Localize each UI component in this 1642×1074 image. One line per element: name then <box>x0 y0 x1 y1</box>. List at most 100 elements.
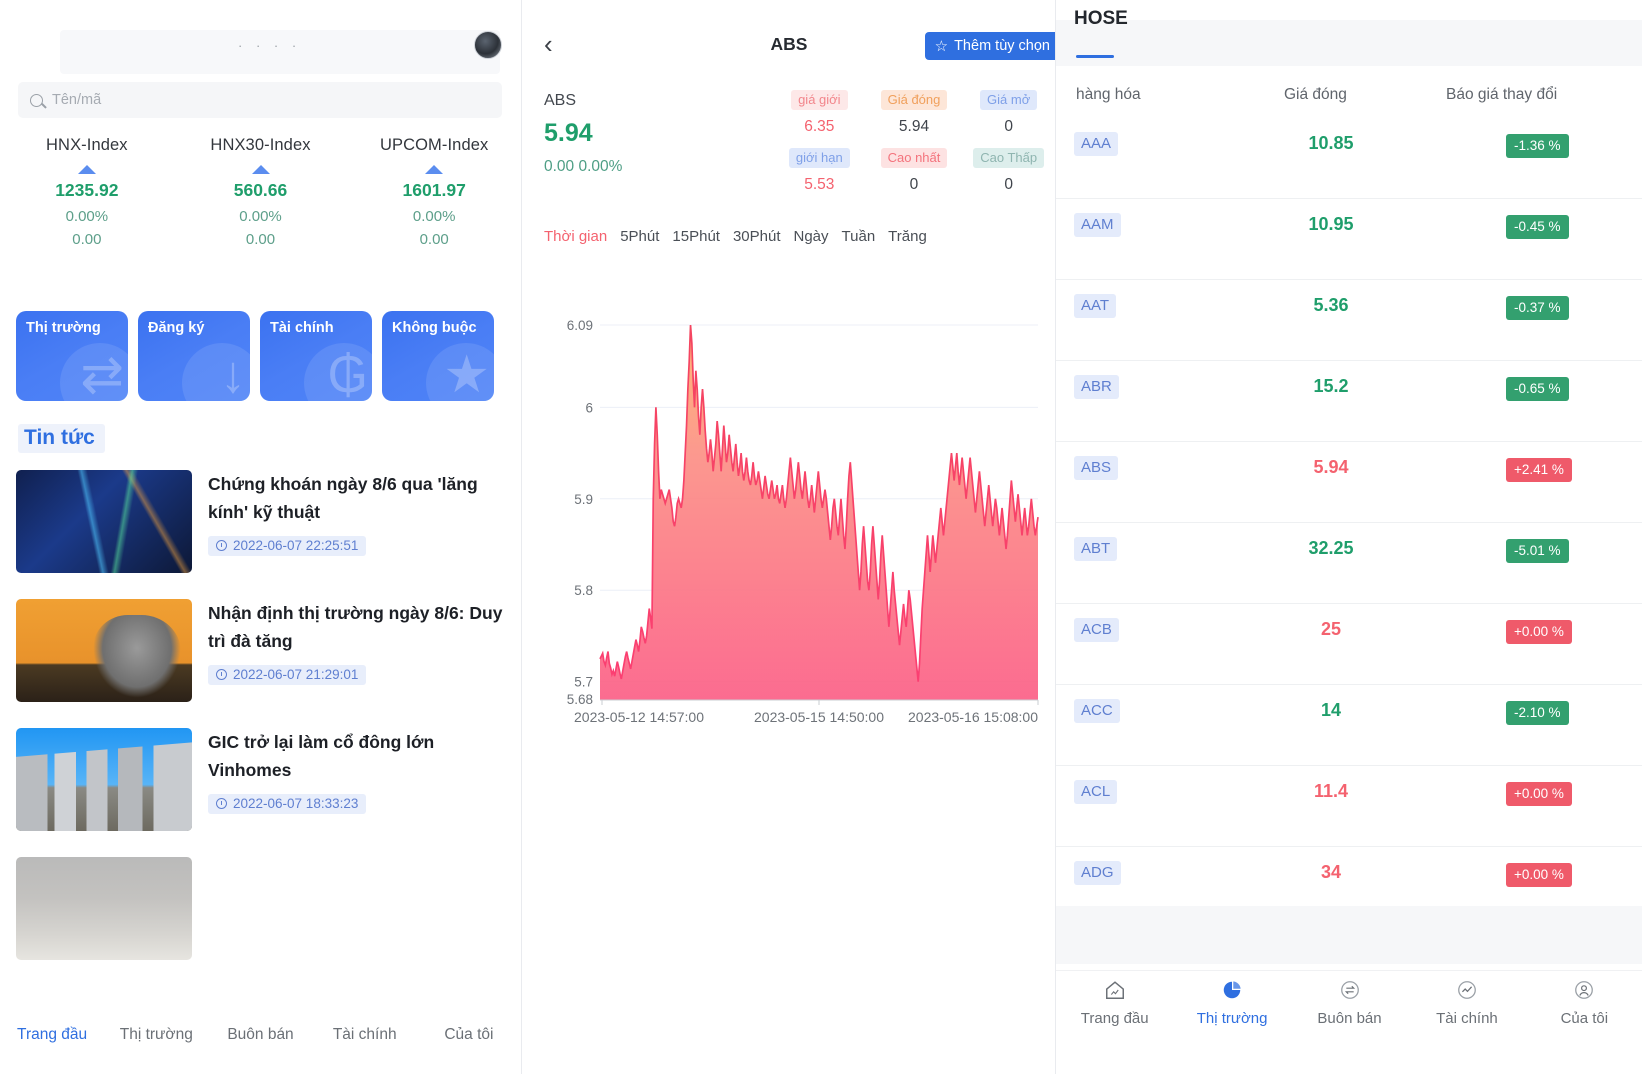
quote-price: 5.94 <box>544 119 593 147</box>
table-row[interactable]: AAT 5.36 -0.37 % <box>1056 280 1642 361</box>
tile-market[interactable]: Thị trường ⇄ <box>16 311 128 401</box>
nav-label: Của tôi <box>1560 1010 1609 1027</box>
table-row[interactable]: ABS 5.94 +2.41 % <box>1056 442 1642 523</box>
nav-label: Tài chính <box>1436 1010 1498 1027</box>
index-card[interactable]: UPCOM-Index 1601.97 0.00% 0.00 <box>347 136 521 248</box>
avatar[interactable] <box>474 31 502 59</box>
table-row[interactable]: ABR 15.2 -0.65 % <box>1056 361 1642 442</box>
status-dots: · · · · <box>238 38 302 53</box>
nav-thi-truong[interactable]: Thị trường <box>104 1026 208 1044</box>
stock-symbol: ABS <box>1074 456 1119 480</box>
index-card[interactable]: HNX-Index 1235.92 0.00% 0.00 <box>0 136 174 248</box>
nav-buon-ban[interactable]: Buôn bán <box>1291 979 1408 1027</box>
tab-ngay[interactable]: Ngày <box>794 228 829 245</box>
tile-label: Tài chính <box>270 320 334 336</box>
timeframe-tabs: Thời gian 5Phút 15Phút 30Phút Ngày Tuần … <box>544 228 927 245</box>
index-name: HNX30-Index <box>210 136 311 154</box>
news-thumbnail <box>16 599 192 702</box>
list-item[interactable]: Nhận định thị trường ngày 8/6: Duy trì đ… <box>16 599 516 702</box>
quick-action-tiles: Thị trường ⇄ Đăng ký ↓ Tài chính ₲ Không… <box>16 311 494 401</box>
price-area-chart[interactable]: 6.09 6 5.9 5.8 5.7 5.68 2023-05-12 14:57:00 202… <box>540 300 1040 735</box>
stock-price: 15.2 <box>1313 376 1349 396</box>
list-item[interactable]: Chứng khoán ngày 8/6 qua 'lăng kính' kỹ … <box>16 470 516 573</box>
tile-label: Đăng ký <box>148 320 205 336</box>
stat-cao-thap: Cao Thấp 0 <box>961 148 1055 200</box>
tab-hose[interactable]: HOSE <box>1074 8 1128 30</box>
stock-price: 11.4 <box>1313 781 1349 801</box>
market-panel: HOSE hàng hóa Giá đóng Báo giá thay đổi … <box>1055 0 1642 1074</box>
nav-cua-toi[interactable]: Của tôi <box>1526 979 1642 1027</box>
clock-icon <box>216 797 227 809</box>
clock-icon <box>216 539 227 551</box>
table-row[interactable]: ACB 25 +0.00 % <box>1056 604 1642 685</box>
star-icon: ★ <box>443 346 490 401</box>
svg-text:2023-05-12 14:57:00: 2023-05-12 14:57:00 <box>574 709 704 725</box>
news-heading: Tin tức <box>18 424 105 453</box>
tab-thoi-gian[interactable]: Thời gian <box>544 228 607 245</box>
status-badge: -2.10 % <box>1506 701 1569 725</box>
table-header: hàng hóa Giá đóng Báo giá thay đổi <box>1056 86 1642 114</box>
stat-gia-gioi: giá giới 6.35 <box>772 90 867 142</box>
stock-price: 10.85 <box>1308 133 1354 153</box>
status-badge: -1.36 % <box>1506 134 1569 158</box>
svg-text:6.09: 6.09 <box>567 318 593 333</box>
news-thumbnail <box>16 728 192 831</box>
index-summary: HNX-Index 1235.92 0.00% 0.00 HNX30-Index… <box>0 136 521 248</box>
bottom-nav: Trang đầu Thị trường Buôn bán Tài chính … <box>1056 970 1642 1052</box>
stock-symbol: ADG <box>1074 861 1121 885</box>
quote-block: ABS 5.94 0.00 0.00% <box>544 92 622 176</box>
tab-30phut[interactable]: 30Phút <box>733 228 781 245</box>
table-row[interactable]: ACC 14 -2.10 % <box>1056 685 1642 766</box>
status-badge: +0.00 % <box>1506 863 1572 887</box>
list-item[interactable]: GIC trở lại làm cổ đông lớn Vinhomes 202… <box>16 728 516 831</box>
tab-trang[interactable]: Trăng <box>888 228 927 245</box>
table-row[interactable]: ABT 32.25 -5.01 % <box>1056 523 1642 604</box>
stock-price: 34 <box>1320 862 1342 882</box>
nav-tai-chinh[interactable]: Tài chính <box>313 1026 417 1044</box>
tile-watchlist[interactable]: Không buộc ★ <box>382 311 494 401</box>
table-row[interactable]: AAA 10.85 -1.36 % <box>1056 118 1642 199</box>
search-placeholder: Tên/mã <box>52 92 102 108</box>
pie-chart-icon <box>1223 981 1241 999</box>
nav-trang-dau[interactable]: Trang đầu <box>0 1026 104 1044</box>
star-icon: ☆ <box>934 37 949 55</box>
index-value: 1235.92 <box>55 180 119 200</box>
transfer-icon: ⇄ <box>80 346 124 401</box>
status-badge: -0.37 % <box>1506 296 1569 320</box>
clock-icon <box>216 668 227 680</box>
nav-thi-truong[interactable]: Thị trường <box>1173 979 1290 1027</box>
col-close: Giá đóng <box>1284 86 1347 103</box>
tab-15phut[interactable]: 15Phút <box>672 228 720 245</box>
nav-trang-dau[interactable]: Trang đầu <box>1056 979 1173 1027</box>
status-badge: -0.65 % <box>1506 377 1569 401</box>
news-title: Chứng khoán ngày 8/6 qua 'lăng kính' kỹ … <box>208 474 478 523</box>
list-item[interactable] <box>16 857 516 960</box>
status-badge: +0.00 % <box>1506 782 1572 806</box>
tile-register[interactable]: Đăng ký ↓ <box>138 311 250 401</box>
news-date-text: 2022-06-07 22:25:51 <box>233 537 359 553</box>
stat-value: 5.94 <box>898 118 930 135</box>
tab-5phut[interactable]: 5Phút <box>620 228 659 245</box>
chevron-left-icon[interactable]: ‹ <box>544 31 566 57</box>
search-input[interactable]: Tên/mã <box>18 82 502 118</box>
table-row[interactable]: ACL 11.4 +0.00 % <box>1056 766 1642 847</box>
nav-label: Trang đầu <box>1080 1010 1149 1027</box>
table-row[interactable]: AAM 10.95 -0.45 % <box>1056 199 1642 280</box>
add-option-button[interactable]: ☆ Thêm tùy chọn <box>924 32 1055 60</box>
nav-label: Buôn bán <box>1317 1010 1382 1027</box>
svg-text:6: 6 <box>585 400 593 415</box>
status-badge: -5.01 % <box>1506 539 1569 563</box>
bottom-nav: Trang đầu Thị trường Buôn bán Tài chính … <box>0 996 521 1074</box>
tile-finance[interactable]: Tài chính ₲ <box>260 311 372 401</box>
news-title: GIC trở lại làm cổ đông lớn Vinhomes <box>208 732 435 781</box>
news-thumbnail <box>16 470 192 573</box>
tab-tuan[interactable]: Tuần <box>842 228 876 245</box>
quote-change: 0.00 0.00% <box>544 158 623 175</box>
stock-price: 5.36 <box>1313 295 1349 315</box>
news-date-text: 2022-06-07 18:33:23 <box>233 795 359 811</box>
nav-cua-toi[interactable]: Của tôi <box>417 1026 521 1044</box>
nav-tai-chinh[interactable]: Tài chính <box>1408 979 1525 1027</box>
stock-symbol: ABT <box>1074 537 1118 561</box>
index-card[interactable]: HNX30-Index 560.66 0.00% 0.00 <box>174 136 348 248</box>
nav-buon-ban[interactable]: Buôn bán <box>208 1026 312 1044</box>
